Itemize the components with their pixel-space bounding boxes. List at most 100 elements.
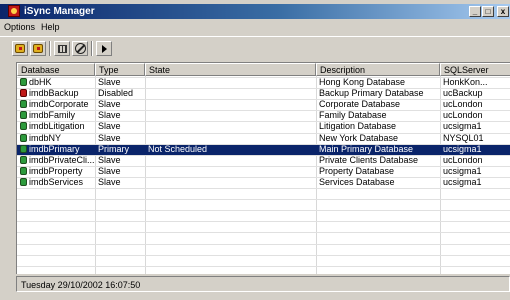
column-header-description[interactable]: Description (316, 63, 440, 76)
cell-database: imdbPrimary (17, 144, 95, 155)
status-datetime: Tuesday 29/10/2002 16:07:50 (21, 280, 141, 290)
toolbar-database-button-2[interactable] (30, 41, 46, 56)
database-list[interactable]: Database Type State Description SQLServe… (16, 62, 510, 274)
grid-line (17, 110, 510, 112)
cell-type-text: Slave (98, 110, 121, 121)
grid-line (17, 176, 510, 178)
cell-sqlserver: NYSQL01 (440, 133, 510, 144)
grid-line (17, 188, 510, 189)
cell-state: Not Scheduled (145, 144, 316, 155)
table-row[interactable]: imdbProperty Slave Property Database ucsigm… (17, 166, 510, 177)
table-row[interactable]: dbHK Slave Hong Kong Database HonkKon... (17, 77, 510, 88)
database-icon (20, 78, 27, 86)
cell-type-text: Slave (98, 132, 121, 143)
cell-description-text: Private Clients Database (319, 154, 419, 165)
cell-sqlserver: ucLondon (440, 155, 510, 166)
close-button[interactable]: x (497, 6, 509, 17)
toolbar-grid-button[interactable] (54, 41, 70, 56)
cell-state (145, 110, 316, 121)
database-icon (20, 144, 27, 153)
cell-description: Property Database (316, 166, 440, 177)
column-header-sqlserver[interactable]: SQLServer (440, 63, 510, 76)
cell-sqlserver-text: HonkKon... (443, 77, 488, 87)
grid-line (17, 132, 510, 134)
table-row[interactable]: imdbFamily Slave Family Database ucLondon (17, 110, 510, 121)
cell-description-text: Hong Kong Database (319, 77, 406, 87)
cell-database: imdbPrivateCli... (17, 155, 95, 166)
grid-line (17, 221, 510, 223)
cell-sqlserver: ucLondon (440, 99, 510, 110)
grid-line (17, 199, 510, 201)
grid-line (17, 254, 510, 256)
table-row[interactable]: imdbPrivateCli... Slave Private Clients Da… (17, 155, 510, 166)
grid-line (17, 154, 510, 156)
minimize-button[interactable]: _ (469, 6, 481, 17)
cell-type-text: Slave (98, 165, 121, 176)
cell-database: dbHK (17, 77, 95, 88)
cell-database: imdbNY (17, 133, 95, 144)
maximize-button[interactable]: □ (482, 6, 494, 17)
cell-description: Backup Primary Database (316, 88, 440, 99)
table-row[interactable]: imdbNY Slave New York Database NYSQL01 (17, 133, 510, 144)
cell-type-text: Slave (98, 77, 121, 87)
play-icon (102, 45, 107, 53)
cell-database: imdbLitigation (17, 121, 95, 132)
cell-type: Disabled (95, 88, 145, 99)
grid-line (17, 232, 510, 234)
cell-sqlserver: ucLondon (440, 110, 510, 121)
cell-sqlserver: ucBackup (440, 88, 510, 99)
grid-line (17, 99, 510, 101)
cell-database-text: imdbCorporate (29, 99, 89, 110)
table-row[interactable]: imdbBackup Disabled Backup Primary Databas… (17, 88, 510, 99)
table-row[interactable]: imdbCorporate Slave Corporate Database ucLo… (17, 99, 510, 110)
toolbar-play-button[interactable] (96, 41, 112, 56)
cell-sqlserver: ucsigma1 (440, 144, 510, 155)
database-icon (15, 44, 25, 53)
cell-sqlserver-text: ucLondon (443, 99, 483, 110)
column-header-type[interactable]: Type (95, 63, 145, 76)
menu-options[interactable]: Options (4, 21, 35, 33)
cell-description-text: Property Database (319, 165, 395, 176)
cell-description-text: New York Database (319, 132, 399, 143)
cell-state (145, 121, 316, 132)
cell-description-text: Backup Primary Database (319, 88, 424, 99)
cell-description: Main Primary Database (316, 144, 440, 155)
table-row[interactable]: imdbServices Slave Services Database ucsigm… (17, 177, 510, 188)
column-header-state[interactable]: State (145, 63, 316, 76)
app-window: iSync Manager _ □ x Options Help Databas… (0, 0, 510, 300)
cell-sqlserver-text: ucLondon (443, 110, 483, 121)
table-row[interactable]: imdbLitigation Slave Litigation Database uc… (17, 121, 510, 132)
database-icon (20, 89, 27, 98)
cell-sqlserver-text: ucLondon (443, 154, 483, 165)
window-title: iSync Manager (24, 6, 95, 17)
grid-line (17, 143, 510, 145)
cell-description-text: Litigation Database (319, 121, 397, 132)
toolbar-separator (49, 41, 51, 56)
grid-line (17, 243, 510, 245)
title-bar[interactable]: iSync Manager _ □ x (0, 4, 510, 19)
cell-database: imdbCorporate (17, 99, 95, 110)
menu-help[interactable]: Help (41, 21, 60, 33)
cell-description: Corporate Database (316, 99, 440, 110)
database-icon (20, 166, 27, 175)
list-header: Database Type State Description SQLServe… (17, 63, 510, 76)
column-header-database[interactable]: Database (17, 63, 95, 76)
cell-type: Slave (95, 77, 145, 88)
cell-description: New York Database (316, 133, 440, 144)
cell-type: Slave (95, 177, 145, 188)
toolbar (0, 36, 510, 58)
toolbar-stop-button[interactable] (72, 41, 88, 56)
cell-state (145, 177, 316, 188)
cell-type: Slave (95, 121, 145, 132)
cell-database-text: imdbPrivateCli... (29, 154, 95, 165)
cell-type-text: Primary (98, 143, 129, 154)
cell-database-text: imdbNY (29, 132, 62, 143)
cell-database-text: imdbFamily (29, 110, 76, 121)
database-icon (20, 122, 27, 131)
cell-database-text: dbHK (29, 77, 52, 87)
cell-type: Primary (95, 144, 145, 155)
toolbar-database-button-1[interactable] (12, 41, 28, 56)
cell-type: Slave (95, 155, 145, 166)
table-row[interactable]: imdbPrimary Primary Not Scheduled Main Prim… (17, 143, 510, 155)
cell-type: Slave (95, 133, 145, 144)
